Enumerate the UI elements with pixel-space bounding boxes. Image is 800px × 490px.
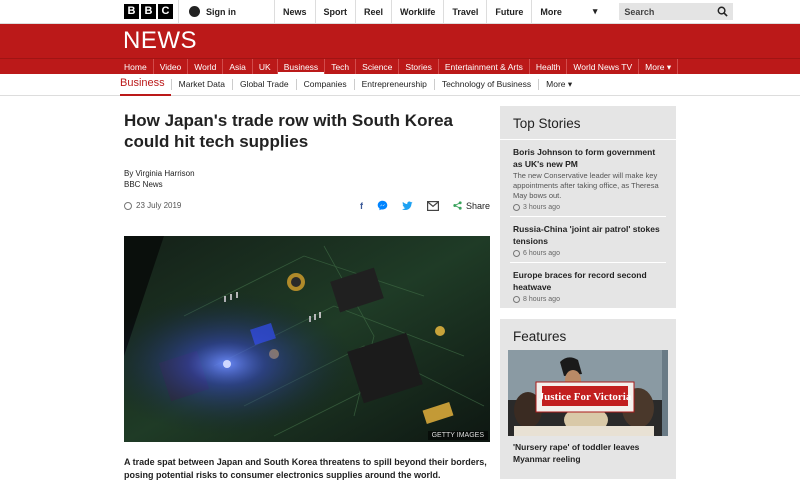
sidebar: Top Stories Boris Johnson to form govern… — [500, 106, 676, 479]
top-nav-future[interactable]: Future — [486, 0, 531, 23]
protest-photo: Justice For Victoria — [508, 350, 662, 436]
article-summary: A trade spat between Japan and South Kor… — [124, 457, 487, 480]
section-nav-uk[interactable]: UK — [253, 59, 278, 74]
chevron-down-icon: ▾ — [592, 6, 598, 16]
sub-nav-business[interactable]: Business — [120, 74, 171, 96]
sub-nav-market-data[interactable]: Market Data — [170, 79, 232, 90]
section-nav-home[interactable]: Home — [118, 59, 154, 74]
top-nav-news[interactable]: News — [274, 0, 315, 23]
article-headline: How Japan's trade row with South Korea c… — [124, 111, 453, 151]
top-nav-worklife[interactable]: Worklife — [391, 0, 443, 23]
byline: By Virginia Harrison BBC News — [124, 168, 490, 190]
top-story-item[interactable]: Boris Johnson to form government as UK's… — [510, 140, 666, 217]
circuit-board-photo — [124, 236, 490, 442]
user-icon — [189, 6, 200, 17]
sub-nav: Business Market Data Global Trade Compan… — [0, 74, 800, 96]
section-nav: Home Video World Asia UK Business Tech S… — [0, 58, 800, 74]
news-wordmark[interactable]: NEWS — [123, 27, 197, 54]
twitter-icon[interactable] — [401, 201, 413, 211]
top-nav: News Sport Reel Worklife Travel Future M… — [274, 0, 605, 23]
top-story-item[interactable]: Russia-China 'joint air patrol' stokes t… — [510, 217, 666, 263]
section-nav-video[interactable]: Video — [154, 59, 189, 74]
article-date: 23 July 2019 — [124, 201, 181, 210]
email-icon[interactable] — [426, 200, 439, 211]
feature-title[interactable]: 'Nursery rape' of toddler leaves Myanmar… — [510, 436, 666, 465]
top-nav-travel[interactable]: Travel — [443, 0, 486, 23]
sub-nav-technology-of-business[interactable]: Technology of Business — [433, 79, 538, 90]
section-nav-health[interactable]: Health — [530, 59, 568, 74]
top-story-title[interactable]: Boris Johnson to form government as UK's… — [513, 146, 663, 170]
image-credit: GETTY IMAGES — [427, 431, 488, 440]
article-meta: 23 July 2019 f Share — [124, 200, 490, 211]
author-name: By Virginia Harrison — [124, 169, 195, 178]
sub-nav-more[interactable]: More ▾ — [538, 79, 579, 90]
sub-nav-global-trade[interactable]: Global Trade — [231, 79, 296, 90]
top-bar: B B C Sign in News Sport Reel Worklife T… — [0, 0, 800, 24]
article-hero-image: GETTY IMAGES — [124, 236, 490, 442]
sub-nav-entrepreneurship[interactable]: Entrepreneurship — [353, 79, 434, 90]
clock-icon — [513, 296, 520, 303]
top-stories-heading: Top Stories — [500, 106, 676, 140]
top-story-time: 6 hours ago — [513, 250, 663, 257]
share-button[interactable]: Share — [453, 201, 490, 211]
section-nav-science[interactable]: Science — [356, 59, 400, 74]
section-nav-tech[interactable]: Tech — [325, 59, 357, 74]
article: How Japan's trade row with South Korea c… — [124, 102, 490, 482]
news-banner: NEWS — [0, 24, 800, 58]
section-nav-world-news-tv[interactable]: World News TV — [567, 59, 640, 74]
top-story-title[interactable]: Europe braces for record second heatwave — [513, 269, 663, 293]
section-nav-asia[interactable]: Asia — [223, 59, 253, 74]
facebook-icon[interactable]: f — [360, 201, 363, 211]
section-nav-world[interactable]: World — [188, 59, 224, 74]
section-nav-more[interactable]: More ▾ — [639, 59, 679, 74]
top-nav-more[interactable]: More ▾ — [531, 0, 605, 23]
share-icon — [453, 201, 462, 210]
messenger-icon[interactable] — [377, 200, 388, 211]
sign-in-link[interactable]: Sign in — [178, 0, 274, 23]
section-nav-business[interactable]: Business — [278, 59, 326, 74]
clock-icon — [513, 204, 520, 211]
outlet-name: BBC News — [124, 180, 163, 189]
share-tools: f Share — [360, 200, 490, 211]
top-story-time: 8 hours ago — [513, 296, 663, 303]
clock-icon — [124, 201, 132, 210]
features-panel: Features Justice For Victoria 'Nursery r… — [500, 319, 676, 479]
search-icon[interactable] — [717, 6, 729, 17]
top-story-summary: The new Conservative leader will make ke… — [513, 171, 659, 200]
section-nav-stories[interactable]: Stories — [399, 59, 439, 74]
features-heading: Features — [513, 329, 567, 344]
sub-nav-companies[interactable]: Companies — [295, 79, 354, 90]
search-input[interactable]: Search — [619, 3, 734, 20]
bbc-logo[interactable]: B B C — [0, 0, 178, 23]
top-story-time: 3 hours ago — [513, 204, 663, 211]
section-nav-entertainment[interactable]: Entertainment & Arts — [439, 59, 530, 74]
top-nav-sport[interactable]: Sport — [314, 0, 356, 23]
top-story-title[interactable]: Russia-China 'joint air patrol' stokes t… — [513, 223, 663, 247]
feature-image[interactable]: Justice For Victoria — [508, 350, 668, 436]
top-nav-reel[interactable]: Reel — [355, 0, 391, 23]
clock-icon — [513, 250, 520, 257]
top-stories-panel: Top Stories Boris Johnson to form govern… — [500, 106, 676, 308]
top-story-item[interactable]: Europe braces for record second heatwave… — [510, 263, 666, 308]
feature-sign-text: Justice For Victoria — [539, 391, 632, 403]
